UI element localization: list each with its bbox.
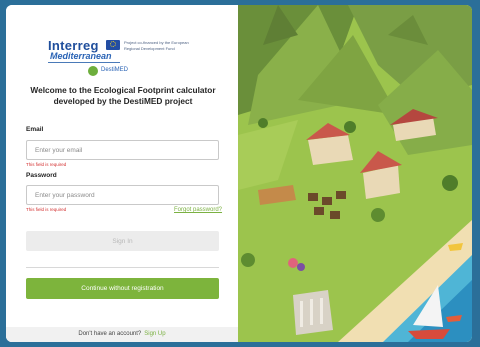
password-error: This field is required xyxy=(26,207,67,212)
landscape-illustration xyxy=(238,5,472,342)
login-card: Interreg Mediterranean Project co-financ… xyxy=(6,5,472,342)
signup-prompt: Don't have an account? xyxy=(78,331,142,337)
password-input[interactable] xyxy=(26,185,219,205)
welcome-title: Welcome to the Ecological Footprint calc… xyxy=(30,85,216,106)
logo-project: DestiMED xyxy=(101,67,129,73)
forgot-password-link[interactable]: Forgot password? xyxy=(174,207,222,213)
login-panel: Interreg Mediterranean Project co-financ… xyxy=(6,5,238,342)
continue-without-registration-button[interactable]: Continue without registration xyxy=(26,278,219,299)
signup-bar: Don't have an account? Sign Up xyxy=(6,327,238,342)
logo-sub: Mediterranean xyxy=(50,51,112,61)
password-label: Password xyxy=(26,172,57,179)
email-error: This field is required xyxy=(26,162,67,167)
sign-in-button[interactable]: Sign In xyxy=(26,231,219,251)
divider xyxy=(26,267,219,268)
destimed-leaf-icon xyxy=(88,66,98,76)
email-input[interactable] xyxy=(26,140,219,160)
eu-flag-icon xyxy=(106,40,120,50)
illustration-panel xyxy=(238,5,472,342)
sign-up-link[interactable]: Sign Up xyxy=(144,331,165,337)
interreg-logo: Interreg Mediterranean Project co-financ… xyxy=(48,38,198,76)
logo-underline xyxy=(48,62,120,63)
email-label: Email xyxy=(26,126,44,133)
logo-fund-text: Project co-financed by the European Regi… xyxy=(124,40,189,51)
